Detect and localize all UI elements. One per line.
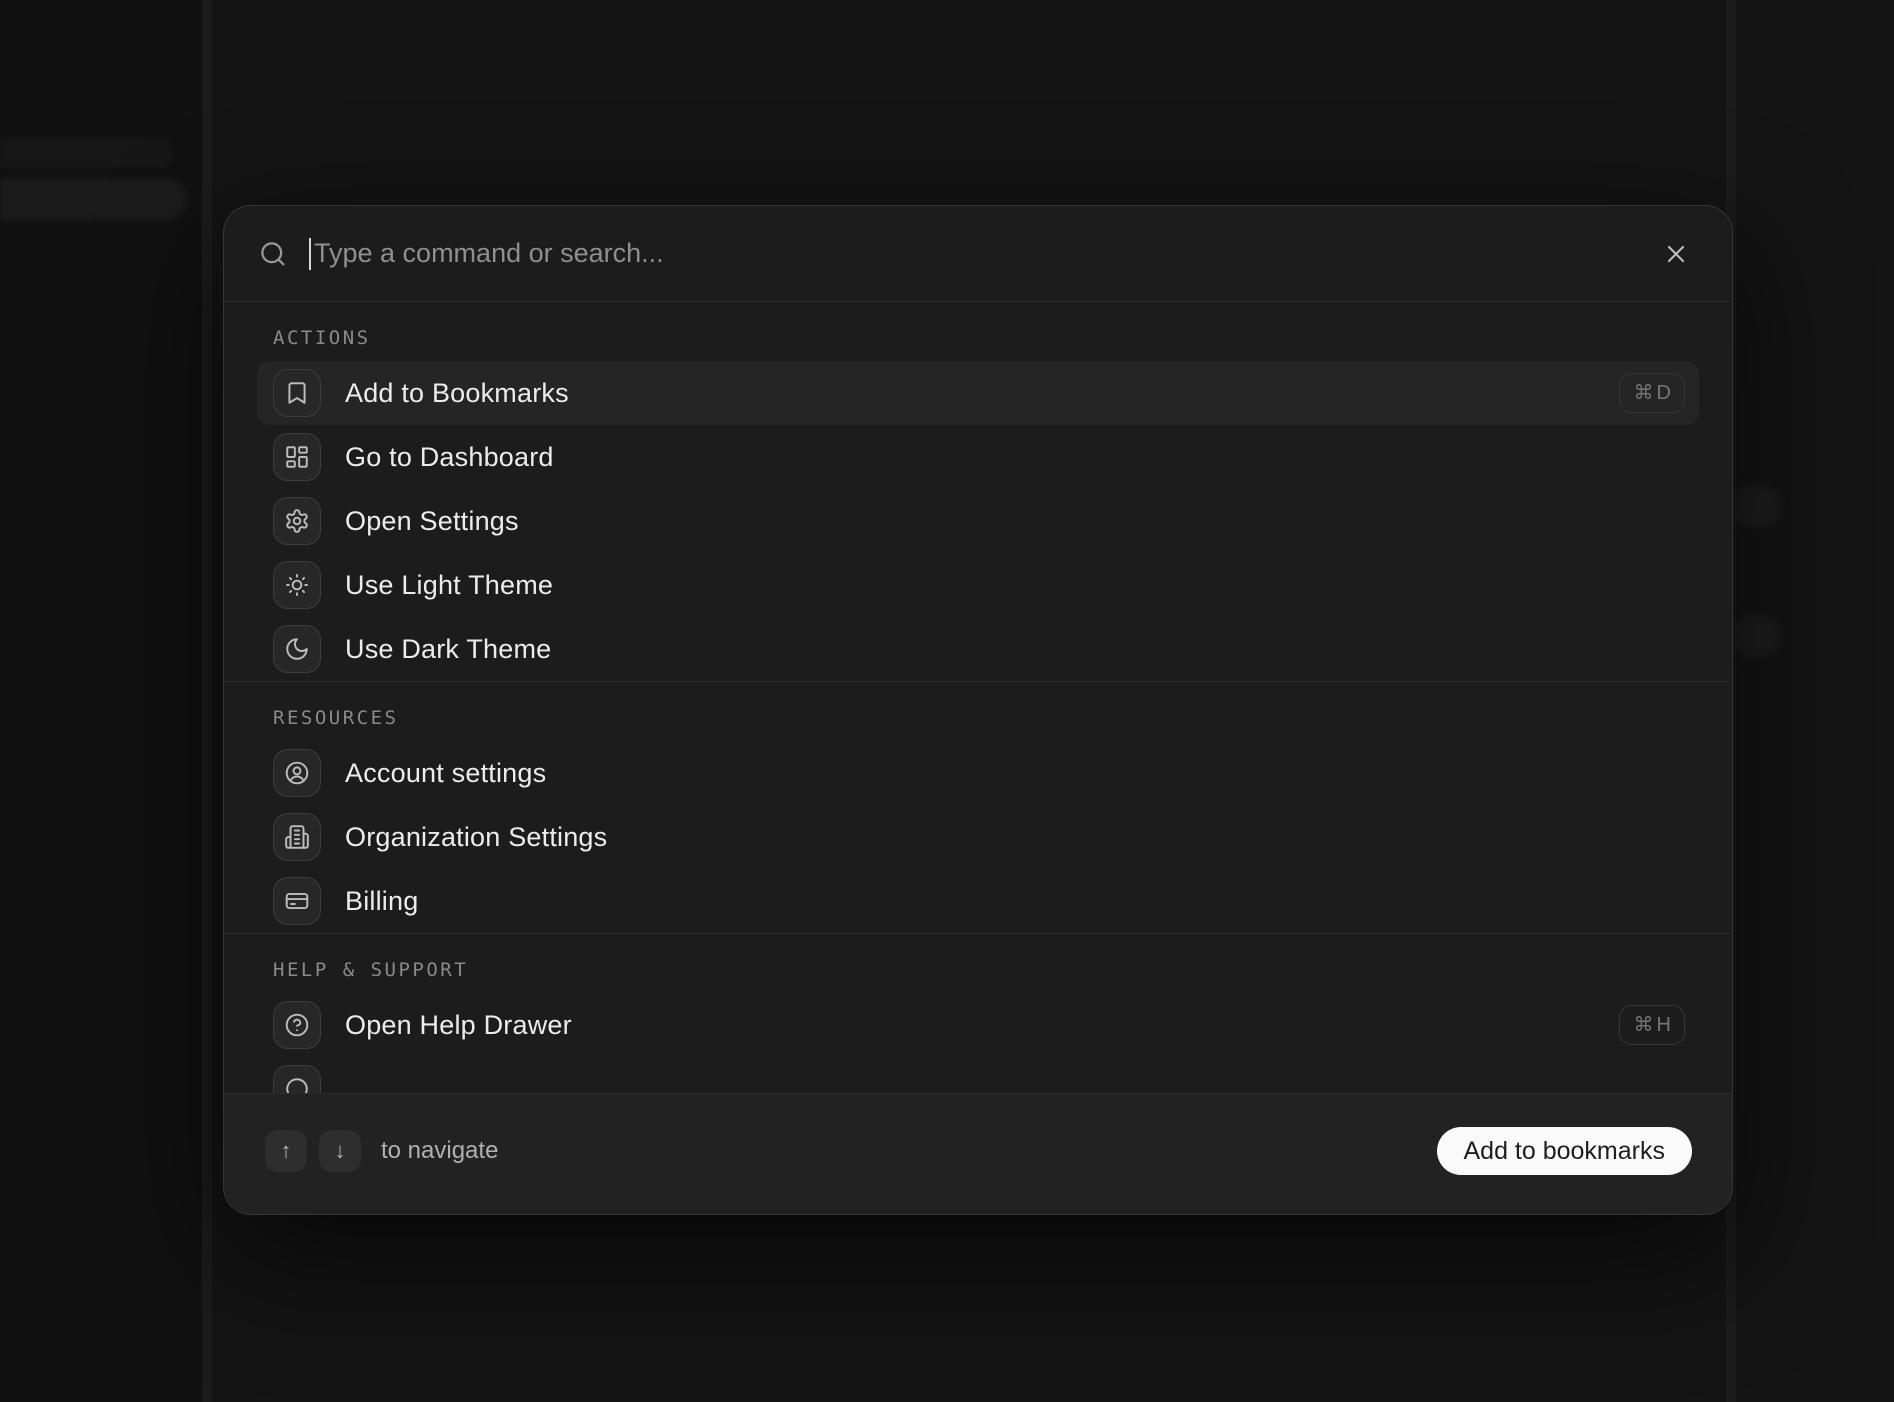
section-header: ACTIONS (257, 302, 1699, 361)
command-item[interactable]: Use Light Theme (257, 553, 1699, 617)
command-item[interactable]: Open Settings (257, 489, 1699, 553)
arrow-down-key[interactable]: ↓ (319, 1130, 361, 1172)
add-to-bookmarks-button[interactable]: Add to bookmarks (1437, 1127, 1693, 1175)
command-item-label: Open Help Drawer (345, 1010, 572, 1041)
command-item[interactable]: Go to Dashboard (257, 425, 1699, 489)
modal-footer: ↑ ↓ to navigate Add to bookmarks (224, 1093, 1732, 1214)
command-item[interactable]: Add to Bookmarks ⌘D (257, 361, 1699, 425)
search-icon (258, 239, 288, 269)
command-item[interactable]: Account settings (257, 741, 1699, 805)
command-palette: ACTIONS Add to Bookmarks ⌘D Go to Dashboard… (223, 205, 1733, 1215)
command-item[interactable]: Open Help Drawer ⌘H (257, 993, 1699, 1057)
text-caret (309, 238, 311, 270)
sun-icon (273, 561, 321, 609)
command-list: ACTIONS Add to Bookmarks ⌘D Go to Dashboard… (224, 302, 1732, 1093)
command-item-label: Billing (345, 886, 418, 917)
search-row (224, 206, 1732, 302)
command-item[interactable]: Use Dark Theme (257, 617, 1699, 681)
user-circle-icon (273, 749, 321, 797)
dashboard-icon (273, 433, 321, 481)
command-item[interactable]: Organization Settings (257, 805, 1699, 869)
message-circle-icon (273, 1065, 321, 1093)
navigate-hint: to navigate (381, 1137, 498, 1165)
command-item-label: Use Light Theme (345, 570, 553, 601)
help-circle-icon (273, 1001, 321, 1049)
command-item[interactable]: Billing (257, 869, 1699, 933)
gear-icon (273, 497, 321, 545)
shortcut-badge: ⌘H (1619, 1005, 1685, 1045)
close-button[interactable] (1656, 234, 1696, 274)
command-item-label: Account settings (345, 758, 546, 789)
search-input[interactable] (314, 238, 1640, 269)
moon-icon (273, 625, 321, 673)
command-item-label: Organization Settings (345, 822, 607, 853)
shortcut-badge: ⌘D (1619, 373, 1685, 413)
section-header: RESOURCES (257, 682, 1699, 741)
command-item[interactable] (257, 1057, 1699, 1093)
section-header: HELP & SUPPORT (257, 934, 1699, 993)
command-item-label: Add to Bookmarks (345, 378, 569, 409)
arrow-up-key[interactable]: ↑ (265, 1130, 307, 1172)
bookmark-icon (273, 369, 321, 417)
building-icon (273, 813, 321, 861)
credit-card-icon (273, 877, 321, 925)
command-item-label: Open Settings (345, 506, 519, 537)
command-item-label: Use Dark Theme (345, 634, 551, 665)
command-item-label: Go to Dashboard (345, 442, 554, 473)
close-icon (1662, 240, 1690, 268)
